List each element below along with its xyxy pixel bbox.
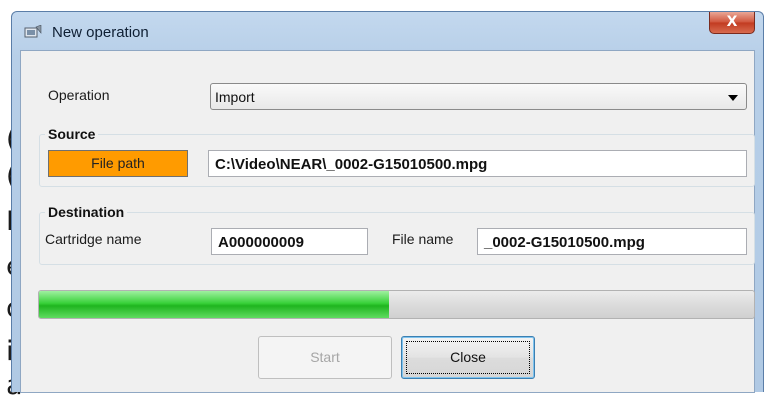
start-button[interactable]: Start (258, 336, 392, 379)
file-path-button[interactable]: File path (48, 150, 188, 177)
chevron-down-icon (728, 95, 738, 101)
cartridge-name-input[interactable]: A000000009 (211, 228, 368, 255)
progress-bar (38, 290, 755, 319)
source-group-title: Source (45, 126, 99, 142)
file-name-input[interactable]: _0002-G15010500.mpg (477, 228, 747, 255)
close-button-label: Close (450, 349, 486, 365)
new-operation-dialog: New operation X Operation Import Source … (11, 11, 764, 393)
dialog-body: Operation Import Source File path C:\Vid… (20, 50, 755, 393)
progress-bar-fill (39, 291, 390, 318)
operation-dropdown[interactable]: Import (210, 83, 747, 110)
destination-group-title: Destination (45, 204, 128, 220)
file-path-input[interactable]: C:\Video\NEAR\_0002-G15010500.mpg (208, 150, 747, 177)
cartridge-name-label: Cartridge name (45, 231, 142, 247)
app-icon (24, 25, 42, 38)
file-name-label: File name (392, 231, 454, 247)
operation-label: Operation (48, 87, 110, 103)
window-close-button[interactable]: X (709, 12, 755, 34)
window-title: New operation (52, 24, 149, 41)
operation-selected-value: Import (215, 89, 255, 105)
close-button[interactable]: Close (401, 336, 535, 379)
title-bar[interactable]: New operation X (12, 12, 763, 50)
close-icon: X (726, 14, 738, 30)
